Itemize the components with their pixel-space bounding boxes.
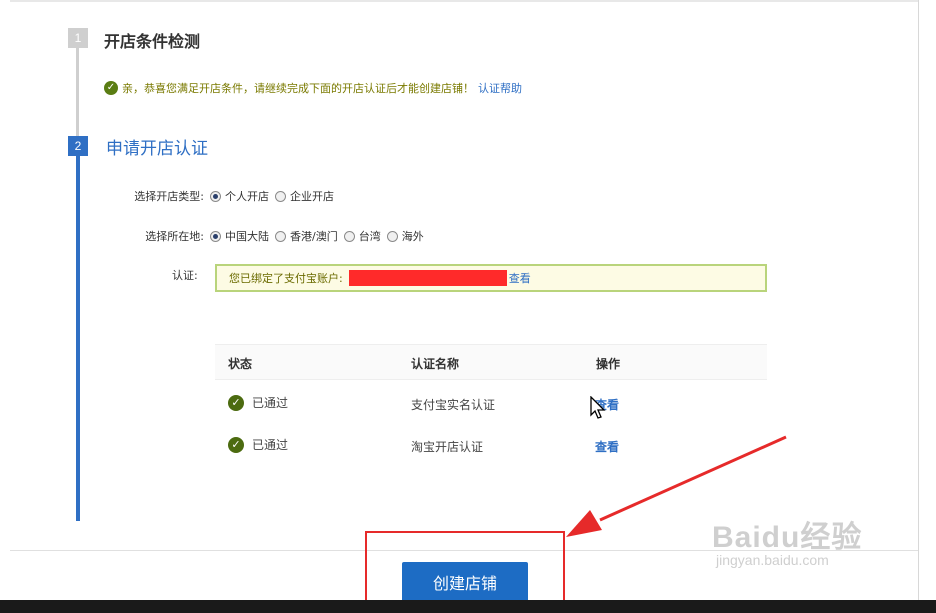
step1-rail	[76, 48, 79, 140]
location-label: 选择所在地:	[145, 230, 204, 243]
step2-number: 2	[68, 136, 88, 156]
check-icon: ✓	[228, 436, 244, 453]
watermark: Baidu经验 jingyan.baidu.com	[712, 512, 862, 568]
watermark-logo: Baidu经验	[712, 521, 863, 554]
location-row: 选择所在地: 中国大陆 香港/澳门 台湾 海外	[130, 228, 424, 244]
header-status: 状态	[228, 357, 253, 371]
auth-help-link[interactable]: 认证帮助	[478, 80, 522, 96]
mouse-cursor-icon	[590, 396, 606, 419]
cert-name: 淘宝开店认证	[411, 440, 484, 454]
table-header: 状态 认证名称 操作	[215, 344, 767, 380]
step2-rail	[76, 155, 80, 521]
eligibility-notice: ✓ 亲，恭喜您满足开店条件，请继续完成下面的开店认证后才能创建店铺！ 认证帮助	[104, 80, 522, 96]
alipay-bound-text: 您已绑定了支付宝账户:	[229, 272, 343, 285]
table-row: ✓ 已通过 淘宝开店认证 查看	[215, 430, 767, 472]
check-icon: ✓	[104, 81, 118, 95]
option-overseas[interactable]: 海外	[402, 228, 424, 244]
radio-enterprise-shop[interactable]	[275, 190, 286, 202]
shop-type-label: 选择开店类型:	[134, 190, 204, 203]
right-gutter	[919, 0, 936, 613]
shop-type-row: 选择开店类型: 个人开店 企业开店	[118, 188, 334, 204]
option-personal-shop[interactable]: 个人开店	[225, 188, 269, 204]
radio-personal-shop[interactable]	[210, 190, 221, 202]
alipay-view-link[interactable]: 查看	[509, 270, 531, 286]
step1-number: 1	[68, 28, 88, 48]
header-cert-name: 认证名称	[411, 357, 460, 371]
view-link[interactable]: 查看	[595, 438, 619, 455]
taskbar-strip	[0, 600, 936, 613]
row-status: ✓ 已通过	[228, 394, 288, 411]
option-taiwan[interactable]: 台湾	[359, 228, 381, 244]
redacted-account	[348, 270, 507, 286]
radio-hk-macau[interactable]	[275, 230, 286, 242]
notice-text: 亲，恭喜您满足开店条件，请继续完成下面的开店认证后才能创建店铺！	[122, 82, 474, 95]
header-action: 操作	[596, 357, 621, 371]
radio-taiwan[interactable]	[343, 230, 355, 242]
row-status: ✓ 已通过	[228, 436, 288, 453]
option-mainland[interactable]: 中国大陆	[225, 228, 269, 244]
auth-label: 认证:	[172, 269, 198, 282]
check-icon: ✓	[228, 394, 244, 411]
step2-title: 申请开店认证	[106, 139, 208, 159]
create-shop-button[interactable]: 创建店铺	[402, 562, 528, 602]
table-row: ✓ 已通过 支付宝实名认证 查看	[215, 388, 767, 430]
alipay-bound-box: 您已绑定了支付宝账户: 查看	[215, 264, 767, 292]
status-text: 已通过	[252, 396, 289, 410]
option-enterprise-shop[interactable]: 企业开店	[290, 188, 334, 204]
cert-name: 支付宝实名认证	[411, 398, 496, 412]
option-hk-macau[interactable]: 香港/澳门	[290, 228, 338, 244]
step1-title: 开店条件检测	[104, 32, 201, 51]
certification-table: 状态 认证名称 操作 ✓ 已通过 支付宝实名认证 查看 ✓ 已通过 淘宝开店认证…	[215, 344, 767, 472]
radio-overseas[interactable]	[386, 230, 398, 242]
radio-mainland[interactable]	[210, 230, 221, 242]
status-text: 已通过	[252, 438, 289, 452]
top-divider	[10, 0, 918, 2]
